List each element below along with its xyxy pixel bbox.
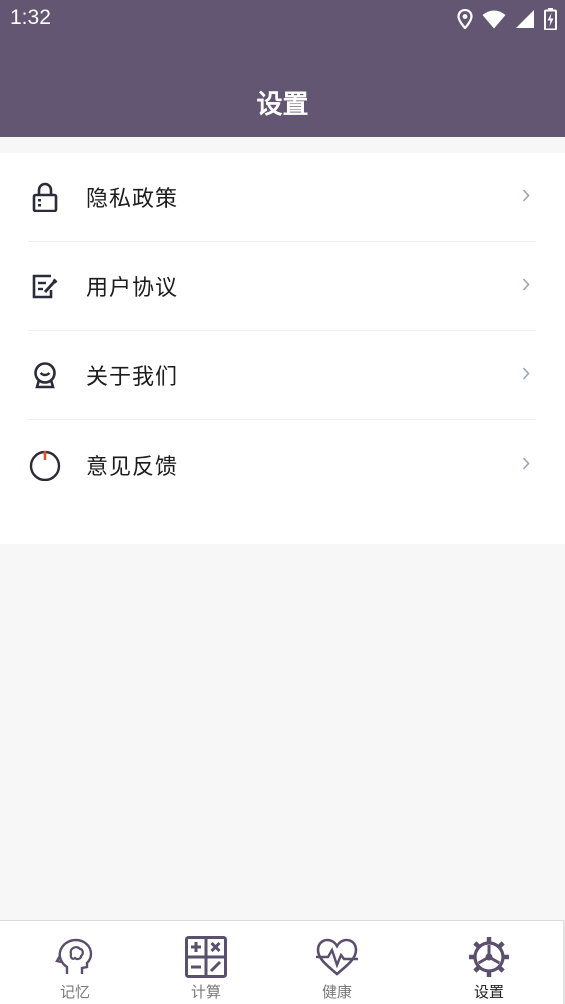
menu-item-label: 意见反馈 <box>86 454 179 480</box>
power-icon <box>28 448 62 482</box>
tab-label: 健康 <box>321 983 352 1001</box>
tab-label: 设置 <box>473 983 504 1001</box>
tab-settings[interactable]: 设置 <box>429 921 549 1004</box>
menu-item-about-us[interactable]: 关于我们 <box>28 331 536 420</box>
chevron-right-icon <box>522 188 530 207</box>
chevron-right-icon <box>522 455 530 474</box>
menu-item-privacy-policy[interactable]: 隐私政策 <box>28 153 536 242</box>
wifi-icon <box>482 9 506 29</box>
status-icons <box>457 7 557 31</box>
menu-item-label: 关于我们 <box>86 365 179 390</box>
about-icon <box>28 358 62 392</box>
menu-item-feedback[interactable]: 意见反馈 <box>28 420 536 509</box>
tab-memory[interactable]: 记忆 <box>15 921 135 1004</box>
heartbeat-icon <box>315 935 359 979</box>
app-header: 1:32 设置 <box>0 0 565 137</box>
signal-icon <box>515 9 535 29</box>
tab-health[interactable]: 健康 <box>277 921 397 1004</box>
chevron-right-icon <box>522 366 530 385</box>
lock-icon <box>28 180 62 214</box>
page-title: 设置 <box>256 90 309 120</box>
tab-label: 记忆 <box>59 983 90 1001</box>
location-icon <box>457 9 473 29</box>
tab-label: 计算 <box>190 983 221 1001</box>
menu-item-user-agreement[interactable]: 用户协议 <box>28 242 536 331</box>
calculator-icon <box>185 935 227 979</box>
tab-calculate[interactable]: 计算 <box>146 921 266 1004</box>
settings-menu: 隐私政策 用户协议 关于我们 意见反馈 <box>0 153 565 544</box>
menu-item-label: 用户协议 <box>86 276 179 301</box>
edit-document-icon <box>28 269 62 303</box>
status-time: 1:32 <box>10 6 51 29</box>
battery-icon <box>544 8 557 30</box>
brain-head-icon <box>55 935 95 979</box>
bottom-tab-bar: 记忆 计算 健康 设置 <box>0 920 565 1004</box>
gear-icon <box>468 935 510 979</box>
chevron-right-icon <box>522 277 530 296</box>
status-bar: 1:32 <box>0 0 565 38</box>
menu-item-label: 隐私政策 <box>86 187 179 212</box>
